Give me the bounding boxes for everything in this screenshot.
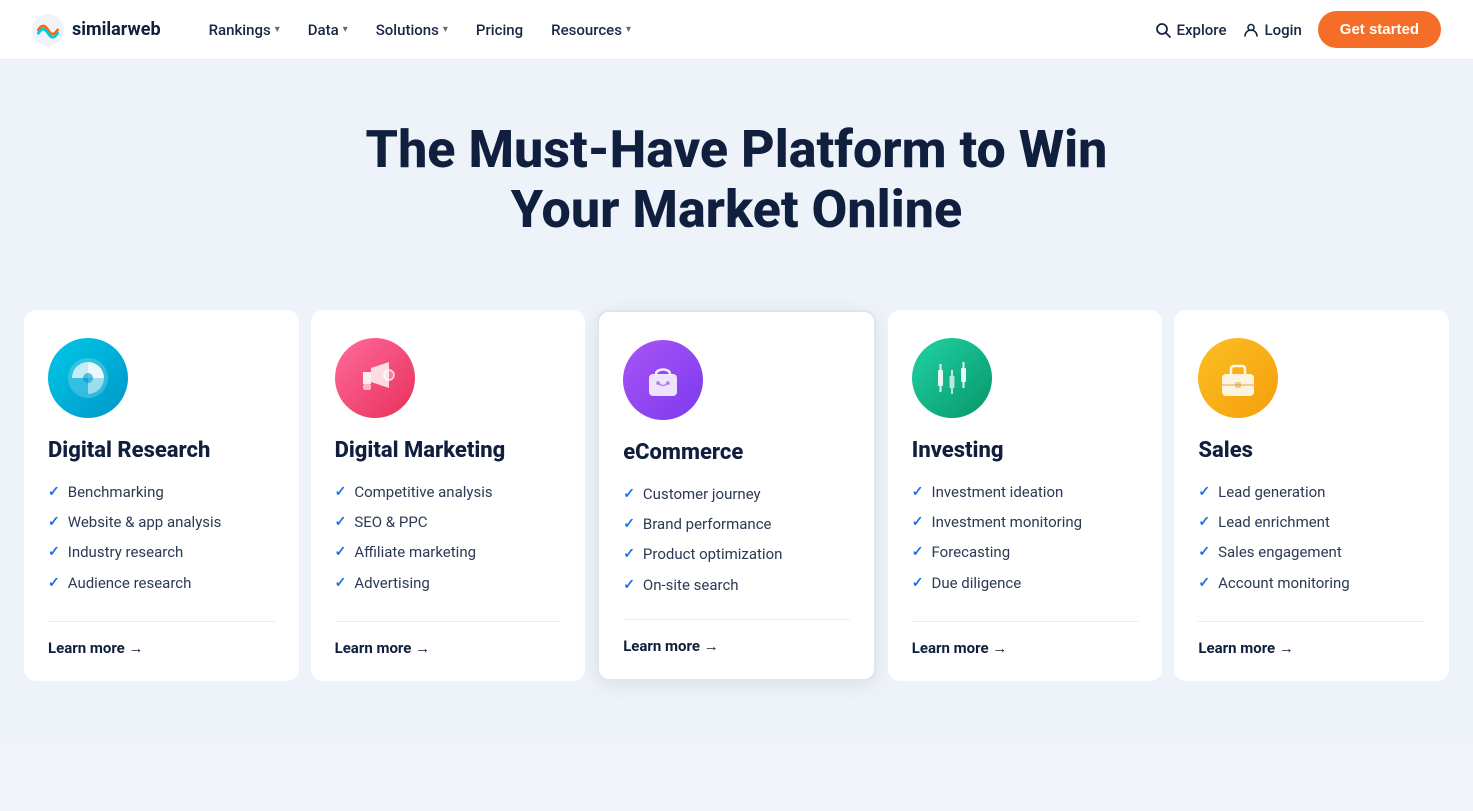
list-item: ✓Investment ideation [912,482,1139,502]
card-digital-research: Digital Research ✓Benchmarking ✓Website … [24,310,299,681]
learn-more-ecommerce[interactable]: Learn more → [623,637,719,655]
card-icon-investing [912,338,992,418]
list-item: ✓Advertising [335,573,562,593]
check-icon: ✓ [1198,543,1210,562]
list-item: ✓Account monitoring [1198,573,1425,593]
card-title-digital-marketing: Digital Marketing [335,438,562,464]
explore-link[interactable]: Explore [1155,21,1227,39]
nav-data[interactable]: Data ▾ [296,13,360,47]
check-icon: ✓ [335,513,347,532]
list-item: ✓Industry research [48,542,275,562]
cards-container: Digital Research ✓Benchmarking ✓Website … [24,310,1449,681]
card-footer-investing: Learn more → [912,621,1139,657]
list-item: ✓Website & app analysis [48,512,275,532]
card-footer-digital-marketing: Learn more → [335,621,562,657]
sales-icon [1214,354,1262,402]
chevron-down-icon: ▾ [275,24,280,35]
card-footer-ecommerce: Learn more → [623,619,850,655]
card-title-ecommerce: eCommerce [623,440,850,466]
logo[interactable]: similarweb [32,14,161,46]
list-item: ✓Product optimization [623,544,850,564]
check-icon: ✓ [623,515,635,534]
list-item: ✓On-site search [623,575,850,595]
card-list-digital-marketing: ✓Competitive analysis ✓SEO & PPC ✓Affili… [335,482,562,597]
cards-section: Digital Research ✓Benchmarking ✓Website … [0,290,1473,741]
check-icon: ✓ [912,574,924,593]
login-link[interactable]: Login [1243,21,1302,39]
check-icon: ✓ [623,545,635,564]
card-footer-sales: Learn more → [1198,621,1425,657]
investing-icon [928,354,976,402]
nav-right: Explore Login Get started [1155,11,1441,48]
card-icon-ecommerce [623,340,703,420]
card-list-sales: ✓Lead generation ✓Lead enrichment ✓Sales… [1198,482,1425,597]
check-icon: ✓ [623,576,635,595]
check-icon: ✓ [335,483,347,502]
card-title-digital-research: Digital Research [48,438,275,464]
user-icon [1243,22,1259,38]
card-ecommerce: eCommerce ✓Customer journey ✓Brand perfo… [597,310,876,681]
list-item: ✓Lead enrichment [1198,512,1425,532]
list-item: ✓Investment monitoring [912,512,1139,532]
card-icon-sales [1198,338,1278,418]
card-digital-marketing: Digital Marketing ✓Competitive analysis … [311,310,586,681]
list-item: ✓Due diligence [912,573,1139,593]
research-icon [64,354,112,402]
card-list-investing: ✓Investment ideation ✓Investment monitor… [912,482,1139,597]
check-icon: ✓ [48,513,60,532]
marketing-icon [351,354,399,402]
card-list-digital-research: ✓Benchmarking ✓Website & app analysis ✓I… [48,482,275,597]
learn-more-investing[interactable]: Learn more → [912,639,1008,657]
card-footer-digital-research: Learn more → [48,621,275,657]
card-title-sales: Sales [1198,438,1425,464]
chevron-down-icon: ▾ [443,24,448,35]
nav-rankings[interactable]: Rankings ▾ [197,13,292,47]
check-icon: ✓ [1198,483,1210,502]
check-icon: ✓ [48,574,60,593]
list-item: ✓Forecasting [912,542,1139,562]
card-list-ecommerce: ✓Customer journey ✓Brand performance ✓Pr… [623,484,850,595]
list-item: ✓Competitive analysis [335,482,562,502]
list-item: ✓Customer journey [623,484,850,504]
card-icon-digital-research [48,338,128,418]
list-item: ✓Lead generation [1198,482,1425,502]
learn-more-sales[interactable]: Learn more → [1198,639,1294,657]
search-icon [1155,22,1171,38]
list-item: ✓SEO & PPC [335,512,562,532]
check-icon: ✓ [1198,574,1210,593]
card-title-investing: Investing [912,438,1139,464]
navbar: similarweb Rankings ▾ Data ▾ Solutions ▾… [0,0,1473,60]
nav-resources[interactable]: Resources ▾ [539,13,643,47]
learn-more-digital-research[interactable]: Learn more → [48,639,144,657]
chevron-down-icon: ▾ [626,24,631,35]
logo-text: similarweb [72,19,161,40]
list-item: ✓Sales engagement [1198,542,1425,562]
card-icon-digital-marketing [335,338,415,418]
chevron-down-icon: ▾ [343,24,348,35]
hero-title: The Must-Have Platform to Win Your Marke… [337,120,1137,240]
learn-more-digital-marketing[interactable]: Learn more → [335,639,431,657]
get-started-button[interactable]: Get started [1318,11,1441,48]
list-item: ✓Audience research [48,573,275,593]
check-icon: ✓ [623,485,635,504]
check-icon: ✓ [48,543,60,562]
hero-section: The Must-Have Platform to Win Your Marke… [0,60,1473,290]
check-icon: ✓ [335,574,347,593]
nav-solutions[interactable]: Solutions ▾ [364,13,460,47]
check-icon: ✓ [48,483,60,502]
list-item: ✓Brand performance [623,514,850,534]
check-icon: ✓ [1198,513,1210,532]
card-investing: Investing ✓Investment ideation ✓Investme… [888,310,1163,681]
check-icon: ✓ [912,543,924,562]
card-sales: Sales ✓Lead generation ✓Lead enrichment … [1174,310,1449,681]
list-item: ✓Affiliate marketing [335,542,562,562]
check-icon: ✓ [912,513,924,532]
nav-pricing[interactable]: Pricing [464,13,535,47]
check-icon: ✓ [912,483,924,502]
list-item: ✓Benchmarking [48,482,275,502]
nav-links: Rankings ▾ Data ▾ Solutions ▾ Pricing Re… [197,13,1155,47]
check-icon: ✓ [335,543,347,562]
ecommerce-icon [639,356,687,404]
